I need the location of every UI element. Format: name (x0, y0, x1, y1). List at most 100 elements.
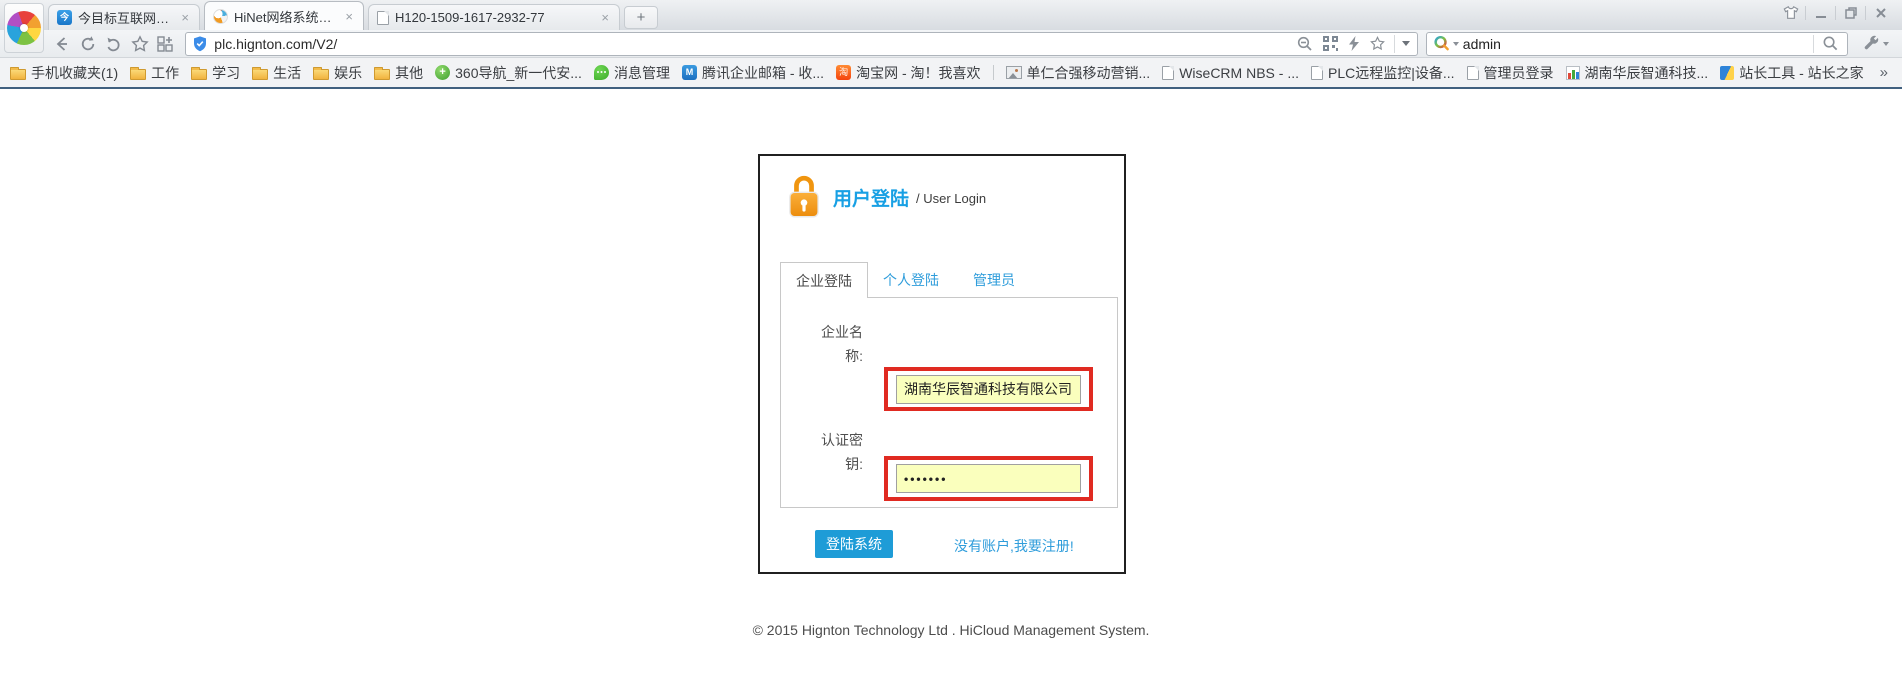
search-go-button[interactable] (1814, 35, 1847, 52)
login-tab-enterprise[interactable]: 企业登陆 (780, 262, 868, 298)
address-dropdown-button[interactable] (1395, 33, 1417, 55)
bookmark-label: 站长工具 - 站长之家 (1739, 63, 1863, 83)
bookmark-plc-monitor[interactable]: PLC远程监控|设备... (1311, 63, 1455, 83)
mail-icon: M (682, 65, 697, 80)
zoom-icon[interactable] (1296, 35, 1314, 53)
address-bar-actions (1288, 35, 1394, 53)
bookmark-other[interactable]: 其他 (374, 63, 423, 83)
qr-code-icon[interactable] (1322, 35, 1339, 52)
search-engine-q-icon (1433, 35, 1450, 52)
company-name-input[interactable] (896, 375, 1081, 404)
login-button[interactable]: 登陆系统 (815, 530, 893, 558)
close-icon (1873, 5, 1889, 21)
image-icon (1006, 66, 1022, 79)
bookmark-taobao[interactable]: 淘淘宝网 - 淘！我喜欢 (836, 63, 980, 83)
chevron-down-icon (1883, 42, 1889, 46)
bookmark-separator (993, 65, 994, 80)
login-title: 用户登陆 (833, 184, 909, 211)
bookmark-shanren[interactable]: 单仁合强移动营销... (1006, 63, 1151, 83)
auth-key-label: 认证密钥: (809, 428, 863, 476)
window-controls (1777, 3, 1894, 23)
undo-arrow-icon (104, 34, 124, 54)
chevron-down-icon (1402, 41, 1410, 46)
bookmark-huachen[interactable]: 湖南华辰智通科技... (1566, 63, 1709, 83)
refresh-icon (78, 34, 98, 54)
bookmark-360nav[interactable]: +360导航_新一代安... (435, 63, 582, 83)
tab-close-icon[interactable]: × (179, 11, 191, 24)
address-bar[interactable] (185, 32, 1418, 56)
tab-jinmubiao[interactable]: 今 今目标互联网工作平台 × (48, 4, 200, 30)
bookmark-mobile-favorites[interactable]: 手机收藏夹(1) (10, 63, 118, 83)
register-link[interactable]: 没有账户,我要注册! (954, 536, 1074, 556)
company-input-highlight (884, 367, 1093, 411)
hinet-favicon (213, 9, 228, 24)
bookmark-label: 湖南华辰智通科技... (1585, 63, 1709, 83)
taobao-icon: 淘 (836, 65, 851, 80)
back-button[interactable] (50, 32, 74, 56)
chevron-down-icon (1453, 42, 1459, 46)
tab-h120[interactable]: H120-1509-1617-2932-77 × (368, 4, 620, 30)
tab-hinet-active[interactable]: HiNet网络系统管理平台 × (204, 1, 364, 30)
browser-logo-button[interactable] (4, 3, 44, 53)
login-tab-admin[interactable]: 管理员 (954, 262, 1034, 298)
bookmarks-overflow-button[interactable]: » (1876, 64, 1892, 81)
navigation-toolbar (0, 30, 1902, 58)
bookmark-wisecrm[interactable]: WiseCRM NBS - ... (1162, 65, 1299, 81)
search-input[interactable] (1463, 36, 1813, 52)
favorites-grid-button[interactable] (153, 32, 177, 56)
tools-menu-button[interactable] (1858, 32, 1894, 56)
page-content: 用户登陆 / User Login 企业登陆 个人登陆 管理员 企业名称: 认证… (0, 89, 1902, 678)
bar-chart-icon (1566, 66, 1580, 80)
bookmark-label: 360导航_新一代安... (455, 63, 582, 83)
wrench-icon (1863, 35, 1881, 53)
site-safety-shield-icon[interactable] (192, 35, 208, 53)
bookmark-star-icon[interactable] (1369, 35, 1386, 52)
minimize-icon (1813, 5, 1829, 21)
tab-close-icon[interactable]: × (599, 11, 611, 24)
tab-close-icon[interactable]: × (343, 10, 355, 23)
bookmark-label: 生活 (273, 63, 301, 83)
bookmark-study[interactable]: 学习 (191, 63, 240, 83)
bookmark-label: 管理员登录 (1484, 63, 1554, 83)
bookmark-label: 工作 (151, 63, 179, 83)
page-icon (1311, 66, 1323, 80)
bookmark-label: 淘宝网 - 淘！我喜欢 (856, 63, 980, 83)
folder-icon (374, 69, 390, 80)
close-button[interactable] (1867, 3, 1894, 23)
undo-button[interactable] (102, 32, 126, 56)
search-engine-button[interactable] (1427, 35, 1463, 52)
bookmark-label: PLC远程监控|设备... (1328, 63, 1455, 83)
lock-icon (788, 174, 820, 220)
divider (1835, 6, 1836, 20)
bookmark-work[interactable]: 工作 (130, 63, 179, 83)
bookmark-tencent-mail[interactable]: M 腾讯企业邮箱 - 收... (682, 63, 824, 83)
restore-button[interactable] (1837, 3, 1864, 23)
divider (1865, 6, 1866, 20)
folder-icon (191, 69, 207, 80)
magnifier-icon (1822, 35, 1839, 52)
bookmark-admin-login[interactable]: 管理员登录 (1467, 63, 1554, 83)
login-title-en: / User Login (916, 191, 986, 206)
chinaz-icon (1720, 66, 1734, 80)
login-tab-personal[interactable]: 个人登陆 (868, 262, 954, 298)
bookmark-label: 腾讯企业邮箱 - 收... (702, 63, 824, 83)
new-tab-button[interactable]: + (624, 6, 658, 29)
tab-title: H120-1509-1617-2932-77 (395, 10, 593, 25)
page-icon (1162, 66, 1174, 80)
bookmark-entertainment[interactable]: 娱乐 (313, 63, 362, 83)
bookmark-label: 手机收藏夹(1) (31, 63, 118, 83)
chat-bubble-icon (594, 65, 609, 80)
search-box[interactable] (1426, 32, 1848, 56)
url-input[interactable] (214, 36, 1288, 52)
auth-key-input[interactable] (896, 464, 1081, 493)
bookmarks-bar: 手机收藏夹(1) 工作 学习 生活 娱乐 其他 +360导航_新一代安... 消… (0, 58, 1902, 87)
speed-mode-lightning-icon[interactable] (1347, 35, 1361, 52)
bookmark-chinaz[interactable]: 站长工具 - 站长之家 (1720, 63, 1863, 83)
minimize-button[interactable] (1807, 3, 1834, 23)
theme-skin-button[interactable] (1777, 3, 1804, 23)
bookmark-message-mgmt[interactable]: 消息管理 (594, 63, 670, 83)
bookmark-life[interactable]: 生活 (252, 63, 301, 83)
back-icon (52, 34, 72, 54)
refresh-button[interactable] (76, 32, 100, 56)
favorite-star-button[interactable] (128, 32, 152, 56)
